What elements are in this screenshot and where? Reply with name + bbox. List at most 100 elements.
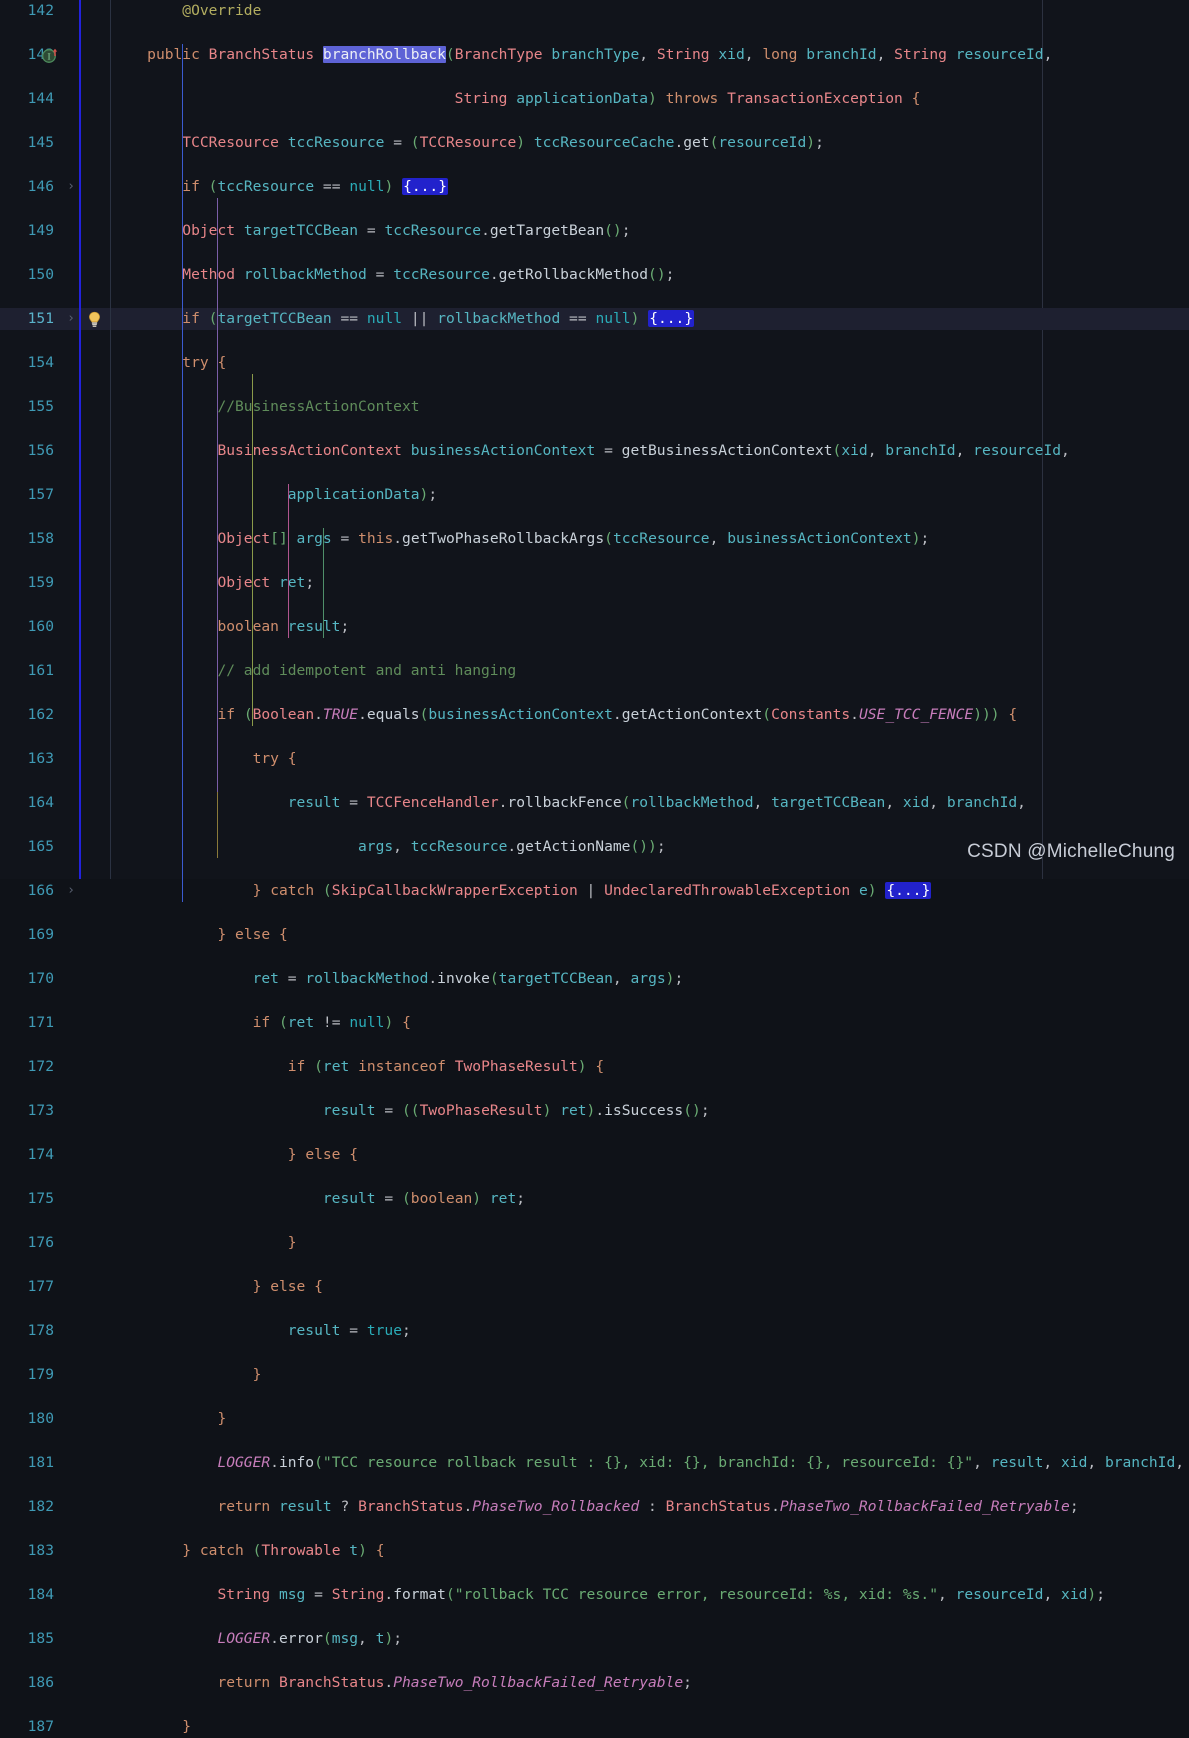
line-text[interactable]: args, tccResource.getActionName()); <box>112 836 666 858</box>
line-number: 179 <box>27 1366 54 1383</box>
line-text[interactable]: ret = rollbackMethod.invoke(targetTCCBea… <box>112 968 684 990</box>
gutter-separator <box>110 0 111 879</box>
code-line[interactable]: 164 result = TCCFenceHandler.rollbackFen… <box>0 792 1189 814</box>
code-line[interactable]: 172 if (ret instanceof TwoPhaseResult) { <box>0 1056 1189 1078</box>
line-text[interactable]: // add idempotent and anti hanging <box>112 660 516 682</box>
line-text[interactable]: if (targetTCCBean == null || rollbackMet… <box>112 308 695 330</box>
watermark-text: CSDN @MichelleChung <box>967 841 1175 862</box>
fold-arrow-icon[interactable]: › <box>64 880 78 902</box>
code-line[interactable]: 161 // add idempotent and anti hanging <box>0 660 1189 682</box>
line-text[interactable]: Method rollbackMethod = tccResource.getR… <box>112 264 674 286</box>
line-text[interactable]: } catch (Throwable t) { <box>112 1540 384 1562</box>
line-text[interactable]: BusinessActionContext businessActionCont… <box>112 440 1069 462</box>
code-lines[interactable]: 142 @Override 143 I public BranchStatus br… <box>0 0 1189 1735</box>
code-line[interactable]: 187 } <box>0 1716 1189 1738</box>
line-text[interactable]: result = ((TwoPhaseResult) ret).isSucces… <box>112 1100 710 1122</box>
intention-bulb-icon[interactable] <box>86 311 103 328</box>
code-line[interactable]: 178 result = true; <box>0 1320 1189 1342</box>
code-line[interactable]: 157 applicationData); <box>0 484 1189 506</box>
indent-guide <box>217 198 219 792</box>
svg-text:I: I <box>47 52 50 62</box>
code-line[interactable]: 146 › if (tccResource == null) {...} <box>0 176 1189 198</box>
line-text[interactable]: Object[] args = this.getTwoPhaseRollback… <box>112 528 929 550</box>
code-line[interactable]: 176 } <box>0 1232 1189 1254</box>
code-line[interactable]: 166 › } catch (SkipCallbackWrapperExcepti… <box>0 880 1189 902</box>
code-line[interactable]: 184 String msg = String.format("rollback… <box>0 1584 1189 1606</box>
line-text[interactable]: if (ret instanceof TwoPhaseResult) { <box>112 1056 604 1078</box>
line-text[interactable]: String msg = String.format("rollback TCC… <box>112 1584 1105 1606</box>
line-text[interactable]: TCCResource tccResource = (TCCResource) … <box>112 132 824 154</box>
code-line[interactable]: 159 Object ret; <box>0 572 1189 594</box>
code-line[interactable]: 170 ret = rollbackMethod.invoke(targetTC… <box>0 968 1189 990</box>
selected-token: branchRollback <box>322 46 446 63</box>
code-line[interactable]: 156 BusinessActionContext businessAction… <box>0 440 1189 462</box>
code-line[interactable]: 158 Object[] args = this.getTwoPhaseRoll… <box>0 528 1189 550</box>
line-text[interactable]: if (tccResource == null) {...} <box>112 176 448 198</box>
gutter-change-marker <box>79 0 81 879</box>
code-line[interactable]: 180 } <box>0 1408 1189 1430</box>
line-text[interactable]: result = true; <box>112 1320 411 1342</box>
line-number: 160 <box>27 618 54 635</box>
line-text[interactable]: } else { <box>112 1276 323 1298</box>
code-line[interactable]: 174 } else { <box>0 1144 1189 1166</box>
code-line[interactable]: 173 result = ((TwoPhaseResult) ret).isSu… <box>0 1100 1189 1122</box>
line-text[interactable]: //BusinessActionContext <box>112 396 419 418</box>
code-line[interactable]: 149 Object targetTCCBean = tccResource.g… <box>0 220 1189 242</box>
line-number: 166 <box>27 882 54 899</box>
code-line[interactable]: 142 @Override <box>0 0 1189 22</box>
code-line[interactable]: 163 try { <box>0 748 1189 770</box>
line-text[interactable]: applicationData); <box>112 484 437 506</box>
line-text[interactable]: return BranchStatus.PhaseTwo_RollbackFai… <box>112 1672 692 1694</box>
line-text[interactable]: public BranchStatus branchRollback(Branc… <box>112 44 1052 66</box>
line-text[interactable]: try { <box>112 748 297 770</box>
code-line[interactable]: 186 return BranchStatus.PhaseTwo_Rollbac… <box>0 1672 1189 1694</box>
indent-guide <box>322 528 324 638</box>
line-number: 175 <box>27 1190 54 1207</box>
code-line[interactable]: 160 boolean result; <box>0 616 1189 638</box>
code-line[interactable]: 144 String applicationData) throws Trans… <box>0 88 1189 110</box>
line-text[interactable]: result = (boolean) ret; <box>112 1188 525 1210</box>
line-text[interactable]: } else { <box>112 924 287 946</box>
code-line[interactable]: 154 try { <box>0 352 1189 374</box>
code-line[interactable]: 181 LOGGER.info("TCC resource rollback r… <box>0 1452 1189 1474</box>
code-line[interactable]: 169 } else { <box>0 924 1189 946</box>
code-line[interactable]: 183 } catch (Throwable t) { <box>0 1540 1189 1562</box>
code-line[interactable]: 145 TCCResource tccResource = (TCCResour… <box>0 132 1189 154</box>
fold-arrow-icon[interactable]: › <box>64 176 78 198</box>
line-text[interactable]: } <box>112 1408 226 1430</box>
code-line[interactable]: 179 } <box>0 1364 1189 1386</box>
line-number: 155 <box>27 398 54 415</box>
line-number: 182 <box>27 1498 54 1515</box>
line-text[interactable]: Object targetTCCBean = tccResource.getTa… <box>112 220 630 242</box>
fold-arrow-icon[interactable]: › <box>64 308 78 330</box>
line-text[interactable]: } <box>112 1364 262 1386</box>
line-text[interactable]: LOGGER.info("TCC resource rollback resul… <box>112 1452 1189 1474</box>
code-line[interactable]: 151 › if (targetTCCBean == null || rollba… <box>0 308 1189 330</box>
implementing-method-icon[interactable]: I <box>42 47 60 64</box>
line-text[interactable]: } <box>112 1232 297 1254</box>
line-text[interactable]: Object ret; <box>112 572 314 594</box>
code-line[interactable]: 177 } else { <box>0 1276 1189 1298</box>
line-number: 183 <box>27 1542 54 1559</box>
code-line[interactable]: 162 if (Boolean.TRUE.equals(businessActi… <box>0 704 1189 726</box>
code-line[interactable]: 175 result = (boolean) ret; <box>0 1188 1189 1210</box>
line-text[interactable]: return result ? BranchStatus.PhaseTwo_Ro… <box>112 1496 1078 1518</box>
code-line[interactable]: 182 return result ? BranchStatus.PhaseTw… <box>0 1496 1189 1518</box>
line-text[interactable]: result = TCCFenceHandler.rollbackFence(r… <box>112 792 1026 814</box>
line-text[interactable]: String applicationData) throws Transacti… <box>112 88 921 110</box>
code-editor[interactable]: 142 @Override 143 I public BranchStatus br… <box>0 0 1189 1735</box>
code-line[interactable]: 185 LOGGER.error(msg, t); <box>0 1628 1189 1650</box>
code-line[interactable]: 150 Method rollbackMethod = tccResource.… <box>0 264 1189 286</box>
line-text[interactable]: @Override <box>112 0 261 22</box>
line-text[interactable]: if (Boolean.TRUE.equals(businessActionCo… <box>112 704 1017 726</box>
code-line[interactable]: 143 I public BranchStatus branchRollback(… <box>0 44 1189 66</box>
line-text[interactable]: try { <box>112 352 226 374</box>
line-text[interactable]: if (ret != null) { <box>112 1012 411 1034</box>
line-text[interactable]: } <box>112 1716 191 1738</box>
code-line[interactable]: 171 if (ret != null) { <box>0 1012 1189 1034</box>
line-text[interactable]: boolean result; <box>112 616 349 638</box>
code-line[interactable]: 155 //BusinessActionContext <box>0 396 1189 418</box>
line-text[interactable]: } else { <box>112 1144 358 1166</box>
line-text[interactable]: LOGGER.error(msg, t); <box>112 1628 402 1650</box>
line-text[interactable]: } catch (SkipCallbackWrapperException | … <box>112 880 932 902</box>
